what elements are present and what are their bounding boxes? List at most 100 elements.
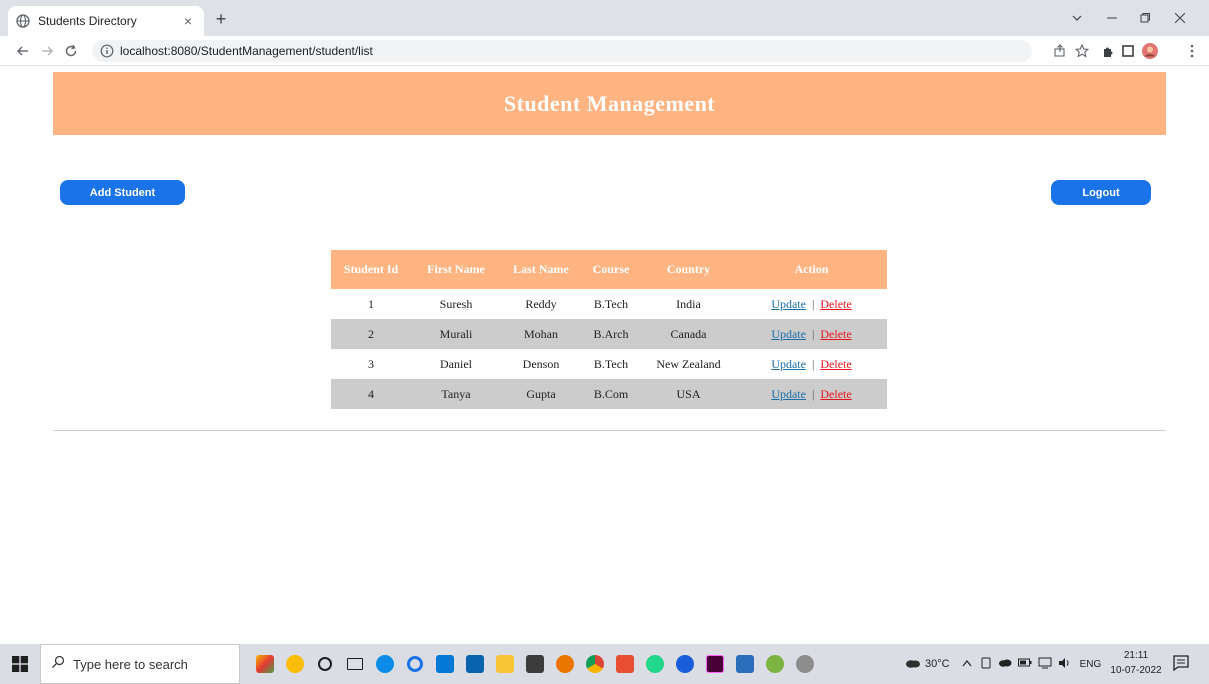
blender-icon[interactable] [550, 644, 580, 684]
table-row: 1 Suresh Reddy B.Tech India Update | Delet… [331, 289, 887, 319]
page-title: Student Management [503, 90, 716, 116]
tab-students-directory[interactable]: Students Directory × [8, 6, 204, 36]
clock[interactable]: 21:11 10-07-2022 [1110, 648, 1162, 678]
edge-icon[interactable] [370, 644, 400, 684]
greenshot-icon[interactable] [760, 644, 790, 684]
signal-icon[interactable] [670, 644, 700, 684]
update-link[interactable]: Update [771, 327, 806, 341]
network-icon[interactable] [1038, 657, 1052, 672]
cell-first-name: Tanya [411, 379, 501, 409]
update-link[interactable]: Update [771, 297, 806, 311]
reload-icon[interactable] [60, 41, 82, 61]
column-header-country: Country [641, 250, 736, 289]
notification-icon[interactable] [1172, 654, 1192, 674]
update-link[interactable]: Update [771, 357, 806, 371]
add-student-button[interactable]: Add Student [60, 180, 185, 205]
page-divider [53, 430, 1166, 431]
taskbar-search-input[interactable]: Type here to search [40, 644, 240, 684]
cell-course: B.Arch [581, 319, 641, 349]
cell-student-id: 4 [331, 379, 411, 409]
header-banner: Student Management [53, 72, 1166, 135]
news-widget-icon[interactable] [250, 644, 280, 684]
opera-icon[interactable] [400, 644, 430, 684]
extensions-icon[interactable] [1100, 43, 1116, 59]
show-hidden-icons-icon[interactable] [962, 658, 972, 670]
back-icon[interactable] [12, 41, 34, 61]
close-window-icon[interactable] [1165, 0, 1195, 36]
address-bar[interactable]: localhost:8080/StudentManagement/student… [92, 40, 1032, 62]
update-link[interactable]: Update [771, 387, 806, 401]
side-panel-icon[interactable] [1120, 43, 1136, 59]
column-header-first-name: First Name [411, 250, 501, 289]
battery-icon[interactable] [1017, 658, 1032, 670]
system-tray: 30°C ENG [905, 644, 1101, 684]
table-header-row: Student Id First Name Last Name Course C… [331, 250, 887, 289]
store-icon[interactable] [430, 644, 460, 684]
tab-search-icon[interactable] [1062, 0, 1092, 36]
cell-first-name: Daniel [440, 356, 472, 371]
cell-last-name: Gupta [501, 379, 581, 409]
table-row: 3 Daniel Denson B.Tech New Zealand Updat… [331, 349, 887, 379]
git-icon[interactable] [610, 644, 640, 684]
delete-link[interactable]: Delete [820, 387, 851, 401]
cortana-icon[interactable] [310, 644, 340, 684]
share-icon[interactable] [1052, 43, 1068, 59]
volume-icon[interactable] [1058, 657, 1072, 672]
action-separator: | [811, 356, 815, 371]
settings-gear-icon[interactable] [790, 644, 820, 684]
mail-icon[interactable] [460, 644, 490, 684]
delete-link[interactable]: Delete [820, 357, 851, 371]
cell-last-name: Reddy [525, 296, 557, 311]
tray-app-icon[interactable] [980, 657, 992, 672]
browser-toolbar: localhost:8080/StudentManagement/student… [0, 36, 1209, 66]
students-table: Student Id First Name Last Name Course C… [331, 250, 887, 409]
cell-last-name: Denson [522, 356, 560, 371]
clock-date: 10-07-2022 [1110, 665, 1162, 676]
action-separator: | [811, 386, 815, 401]
new-tab-button[interactable]: + [210, 8, 232, 30]
weather-cloud-icon[interactable] [905, 658, 921, 671]
delete-link[interactable]: Delete [820, 297, 851, 311]
sketch-icon[interactable] [730, 644, 760, 684]
weather-temperature[interactable]: 30°C [925, 658, 950, 670]
search-icon [51, 655, 65, 674]
adobe-xd-icon[interactable] [700, 644, 730, 684]
chrome-icon[interactable] [580, 644, 610, 684]
cell-action: Update | Delete [736, 379, 887, 409]
cell-course: B.Tech [593, 296, 629, 311]
cell-country: Canada [641, 319, 736, 349]
profile-avatar-icon[interactable] [1142, 43, 1158, 59]
cell-action: Update | Delete [736, 349, 887, 379]
clock-time: 21:11 [1123, 650, 1149, 661]
cell-first-name: Suresh [439, 296, 473, 311]
cell-country: USA [641, 379, 736, 409]
language-indicator[interactable]: ENG [1080, 659, 1102, 670]
forward-icon[interactable] [36, 41, 58, 61]
vscode-icon[interactable] [520, 644, 550, 684]
delete-link[interactable]: Delete [820, 327, 851, 341]
column-header-action: Action [736, 250, 887, 289]
onedrive-cloud-icon[interactable] [998, 658, 1012, 670]
logout-button[interactable]: Logout [1051, 180, 1151, 205]
site-info-icon[interactable] [100, 44, 114, 58]
task-view-icon[interactable] [340, 644, 370, 684]
windows-start-icon[interactable] [0, 644, 40, 684]
tab-close-icon[interactable]: × [180, 13, 196, 29]
action-separator: | [811, 326, 815, 341]
sparkle-widget-icon[interactable] [280, 644, 310, 684]
cell-first-name: Murali [411, 319, 501, 349]
table-row: 4 Tanya Gupta B.Com USA Update | Delete [331, 379, 887, 409]
file-explorer-icon[interactable] [490, 644, 520, 684]
cell-action: Update | Delete [736, 319, 887, 349]
menu-kebab-icon[interactable] [1184, 43, 1200, 59]
pycharm-icon[interactable] [640, 644, 670, 684]
cell-course: B.Tech [593, 356, 629, 371]
search-placeholder: Type here to search [73, 656, 188, 672]
url-text: localhost:8080/StudentManagement/student… [120, 44, 373, 58]
bookmark-star-icon[interactable] [1074, 43, 1090, 59]
taskbar-apps [250, 644, 820, 684]
globe-icon [16, 14, 30, 28]
tab-strip: Students Directory × + [0, 0, 1209, 36]
minimize-icon[interactable] [1097, 0, 1127, 36]
restore-icon[interactable] [1130, 0, 1160, 36]
